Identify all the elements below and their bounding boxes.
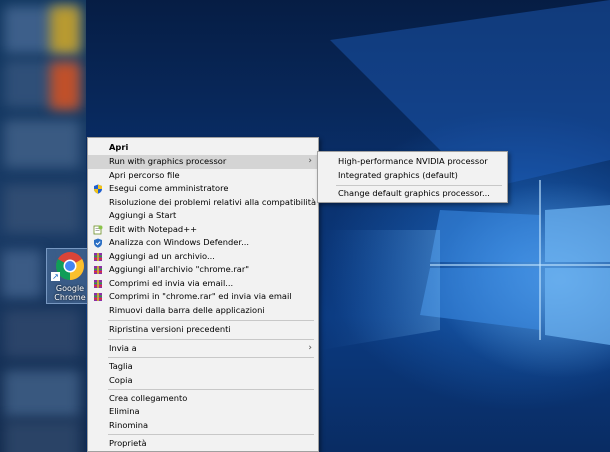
menu-item-proprieta[interactable]: Proprietà [88,437,318,451]
notepad-plus-plus-icon [93,225,103,234]
shield-icon [94,184,102,194]
shortcut-arrow-icon: ↗ [51,272,60,281]
winrar-icon [94,252,102,261]
menu-item-apri-percorso-file[interactable]: Apri percorso file [88,169,318,183]
menu-item-invia-a[interactable]: Invia a › [88,342,318,356]
blurred-left-panel [0,0,86,452]
menu-separator [108,434,314,435]
submenu-item-change-default-graphics[interactable]: Change default graphics processor... [318,187,507,201]
menu-item-risoluzione-problemi[interactable]: Risoluzione dei problemi relativi alla c… [88,196,318,210]
windows-defender-icon [94,238,102,248]
menu-separator [108,357,314,358]
menu-separator [108,339,314,340]
menu-item-edit-with-notepad[interactable]: Edit with Notepad++ [88,223,318,237]
submenu-item-integrated-graphics[interactable]: Integrated graphics (default) [318,169,507,183]
menu-separator [108,389,314,390]
menu-item-comprimi-in-chrome-rar-email[interactable]: Comprimi in "chrome.rar" ed invia via em… [88,290,318,304]
winrar-icon [94,293,102,301]
menu-item-esegui-come-amministratore[interactable]: Esegui come amministratore [88,182,318,196]
menu-item-analizza-windows-defender[interactable]: Analizza con Windows Defender... [88,236,318,250]
menu-item-taglia[interactable]: Taglia [88,360,318,374]
menu-item-aggiungi-a-start[interactable]: Aggiungi a Start [88,209,318,223]
menu-item-rinomina[interactable]: Rinomina [88,419,318,433]
menu-item-aggiungi-ad-un-archivio[interactable]: Aggiungi ad un archivio... [88,250,318,264]
menu-item-apri[interactable]: Apri [88,141,318,155]
graphics-processor-submenu: High-performance NVIDIA processor Integr… [317,151,508,203]
menu-separator [108,320,314,321]
menu-item-copia[interactable]: Copia [88,374,318,388]
submenu-item-high-performance-nvidia[interactable]: High-performance NVIDIA processor [318,155,507,169]
winrar-icon [94,266,102,274]
chevron-right-icon: › [308,342,312,353]
submenu-separator [336,185,502,186]
menu-item-crea-collegamento[interactable]: Crea collegamento [88,392,318,406]
menu-item-aggiungi-all-archivio-chrome-rar[interactable]: Aggiungi all'archivio "chrome.rar" [88,263,318,277]
menu-item-elimina[interactable]: Elimina [88,405,318,419]
menu-item-rimuovi-dalla-barra[interactable]: Rimuovi dalla barra delle applicazioni [88,304,318,318]
menu-item-comprimi-ed-invia-via-email[interactable]: Comprimi ed invia via email... [88,277,318,291]
chevron-right-icon: › [308,156,312,166]
winrar-icon [94,279,102,288]
menu-item-run-with-graphics-processor[interactable]: Run with graphics processor › [88,155,318,169]
menu-item-ripristina-versioni-precedenti[interactable]: Ripristina versioni precedenti [88,323,318,337]
context-menu: Apri Run with graphics processor › Apri … [87,137,319,452]
